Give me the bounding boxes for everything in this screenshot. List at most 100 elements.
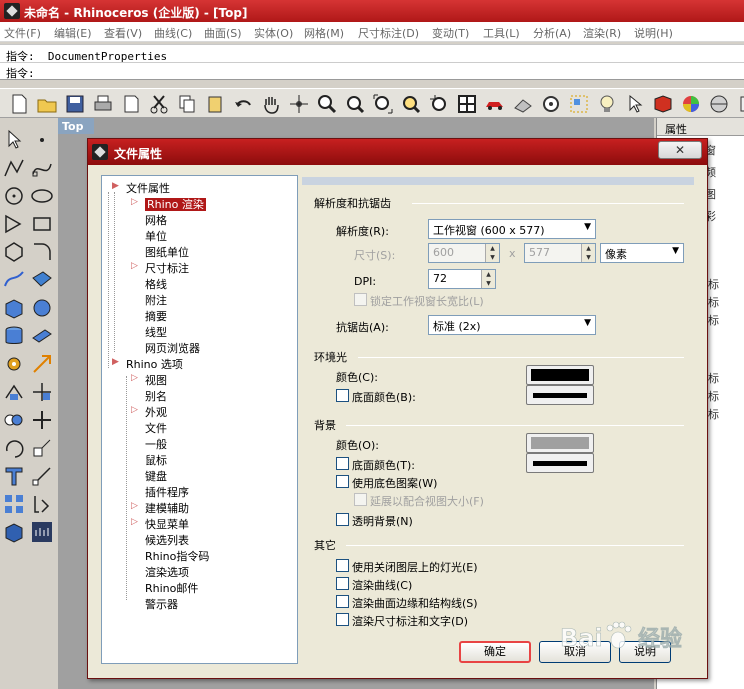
zoom-selected-icon[interactable]: [400, 93, 422, 115]
point-icon[interactable]: [30, 128, 54, 152]
menu-help[interactable]: 说明(H): [634, 25, 673, 41]
color-wheel-icon[interactable]: [680, 93, 702, 115]
text-icon[interactable]: [2, 464, 26, 488]
tree-item-alerter[interactable]: 警示器: [145, 596, 178, 612]
tree-item-dimensions[interactable]: ▷ 尺寸标注: [131, 260, 189, 276]
menu-transform[interactable]: 变动(T): [432, 25, 469, 41]
tree-item-rhino-render[interactable]: ▷ Rhino 渲染: [131, 196, 206, 212]
light-bulb-icon[interactable]: [596, 93, 618, 115]
freeform-curve-icon[interactable]: [2, 268, 26, 292]
sphere-solid-icon[interactable]: [30, 296, 54, 320]
select-arrow-icon[interactable]: [2, 128, 26, 152]
pan-hand-icon[interactable]: [260, 93, 282, 115]
menu-file[interactable]: 文件(F): [4, 25, 41, 41]
expand-arrow-icon[interactable]: ▷: [131, 373, 138, 383]
expand-arrow-icon[interactable]: ▷: [131, 197, 138, 207]
menu-solid[interactable]: 实体(O): [254, 25, 293, 41]
render-curves-checkbox[interactable]: [336, 577, 349, 590]
tree-item-general[interactable]: 一般: [145, 436, 167, 452]
use-background-image-checkbox[interactable]: [336, 475, 349, 488]
tree-item-keyboard[interactable]: 键盘: [145, 468, 167, 484]
zoom-icon[interactable]: [316, 93, 338, 115]
extrude-surface-icon[interactable]: [30, 324, 54, 348]
copy-icon[interactable]: [176, 93, 198, 115]
units-dropdown[interactable]: 像素 ▼: [600, 243, 684, 263]
lights-on-off-layers-checkbox[interactable]: [336, 559, 349, 572]
select-points-icon[interactable]: [568, 93, 590, 115]
ambient-bottom-color-button[interactable]: [526, 385, 594, 405]
render-isocurves-checkbox[interactable]: [336, 595, 349, 608]
polyline-icon[interactable]: [2, 156, 26, 180]
tree-item-web-browser[interactable]: 网页浏览器: [145, 340, 200, 356]
explode-icon[interactable]: [30, 352, 54, 376]
tree-item-plugins[interactable]: 插件程序: [145, 484, 189, 500]
dialog-close-button[interactable]: ✕: [658, 141, 702, 159]
background-bottom-color-button[interactable]: [526, 453, 594, 473]
circle-target-icon[interactable]: [540, 93, 562, 115]
tree-item-render-options[interactable]: 渲染选项: [145, 564, 189, 580]
rectangle-icon[interactable]: [30, 212, 54, 236]
undo-view-icon[interactable]: [428, 93, 450, 115]
expand-arrow-icon[interactable]: ▷: [131, 261, 138, 271]
transparent-background-checkbox[interactable]: [336, 513, 349, 526]
polygon-icon[interactable]: [2, 240, 26, 264]
menu-dimension[interactable]: 尺寸标注(D): [358, 25, 419, 41]
split-icon[interactable]: [30, 380, 54, 404]
menu-surface[interactable]: 曲面(S): [204, 25, 242, 41]
cut-icon[interactable]: [148, 93, 170, 115]
ambient-bottom-color-checkbox[interactable]: [336, 389, 349, 402]
dialog-titlebar[interactable]: 文件属性 ✕: [88, 139, 707, 165]
tree-item-aliases[interactable]: 别名: [145, 388, 167, 404]
menu-analyze[interactable]: 分析(A): [533, 25, 571, 41]
trim-icon[interactable]: [2, 380, 26, 404]
expand-arrow-icon[interactable]: ▶: [112, 357, 119, 367]
move-icon[interactable]: [30, 408, 54, 432]
menu-view[interactable]: 查看(V): [104, 25, 142, 41]
menu-curve[interactable]: 曲线(C): [154, 25, 192, 41]
zoom-extents-icon[interactable]: [372, 93, 394, 115]
menu-edit[interactable]: 编辑(E): [54, 25, 92, 41]
tree-item-document-properties[interactable]: ▶ 文件属性: [112, 180, 170, 196]
ellipse-icon[interactable]: [30, 184, 54, 208]
properties-doc-icon[interactable]: [120, 93, 142, 115]
tree-item-mouse[interactable]: 鼠标: [145, 452, 167, 468]
surface-icon[interactable]: [30, 268, 54, 292]
ambient-color-button[interactable]: [526, 365, 594, 385]
cylinder-icon[interactable]: [2, 324, 26, 348]
command-prompt-input[interactable]: 指令:: [6, 65, 35, 81]
render-box-icon[interactable]: [2, 520, 26, 544]
expand-arrow-icon[interactable]: ▶: [112, 181, 119, 191]
tree-item-files[interactable]: 文件: [145, 420, 167, 436]
tree-item-units[interactable]: 单位: [145, 228, 167, 244]
tree-item-popup-menu[interactable]: ▷ 快显菜单: [131, 516, 189, 532]
menu-tools[interactable]: 工具(L): [483, 25, 520, 41]
curve-icon[interactable]: [30, 156, 54, 180]
fillet-icon[interactable]: [30, 240, 54, 264]
new-file-icon[interactable]: [8, 93, 30, 115]
tree-item-modeling-aids[interactable]: ▷ 建模辅助: [131, 500, 189, 516]
scale-icon[interactable]: [30, 436, 54, 460]
expand-arrow-icon[interactable]: ▷: [131, 405, 138, 415]
tree-item-page-units[interactable]: 图纸单位: [145, 244, 189, 260]
tree-item-rhino-options[interactable]: ▶ Rhino 选项: [112, 356, 183, 372]
mesh-tools-icon[interactable]: [30, 520, 54, 544]
background-color-button[interactable]: [526, 433, 594, 453]
resolution-dropdown[interactable]: 工作视窗 (600 x 577) ▼: [428, 219, 596, 239]
tree-item-notes[interactable]: 附注: [145, 292, 167, 308]
material-icon[interactable]: [652, 93, 674, 115]
background-bottom-color-checkbox[interactable]: [336, 457, 349, 470]
viewport-label[interactable]: Top: [58, 118, 94, 134]
car-render-icon[interactable]: [484, 93, 506, 115]
dpi-spinner[interactable]: 72 ▲ ▼: [428, 269, 496, 289]
save-icon[interactable]: [64, 93, 86, 115]
spin-down-icon[interactable]: ▼: [482, 279, 495, 288]
open-folder-icon[interactable]: [36, 93, 58, 115]
surface-mesh-icon[interactable]: [512, 93, 534, 115]
group-icon[interactable]: [2, 408, 26, 432]
toolbar-overflow-icon[interactable]: [734, 93, 744, 115]
tree-item-rhino-mail[interactable]: Rhino邮件: [145, 580, 198, 596]
tree-item-linetypes[interactable]: 线型: [145, 324, 167, 340]
tree-item-rhinoscript[interactable]: Rhino指令码: [145, 548, 209, 564]
array-icon[interactable]: [2, 492, 26, 516]
four-viewports-icon[interactable]: [456, 93, 478, 115]
